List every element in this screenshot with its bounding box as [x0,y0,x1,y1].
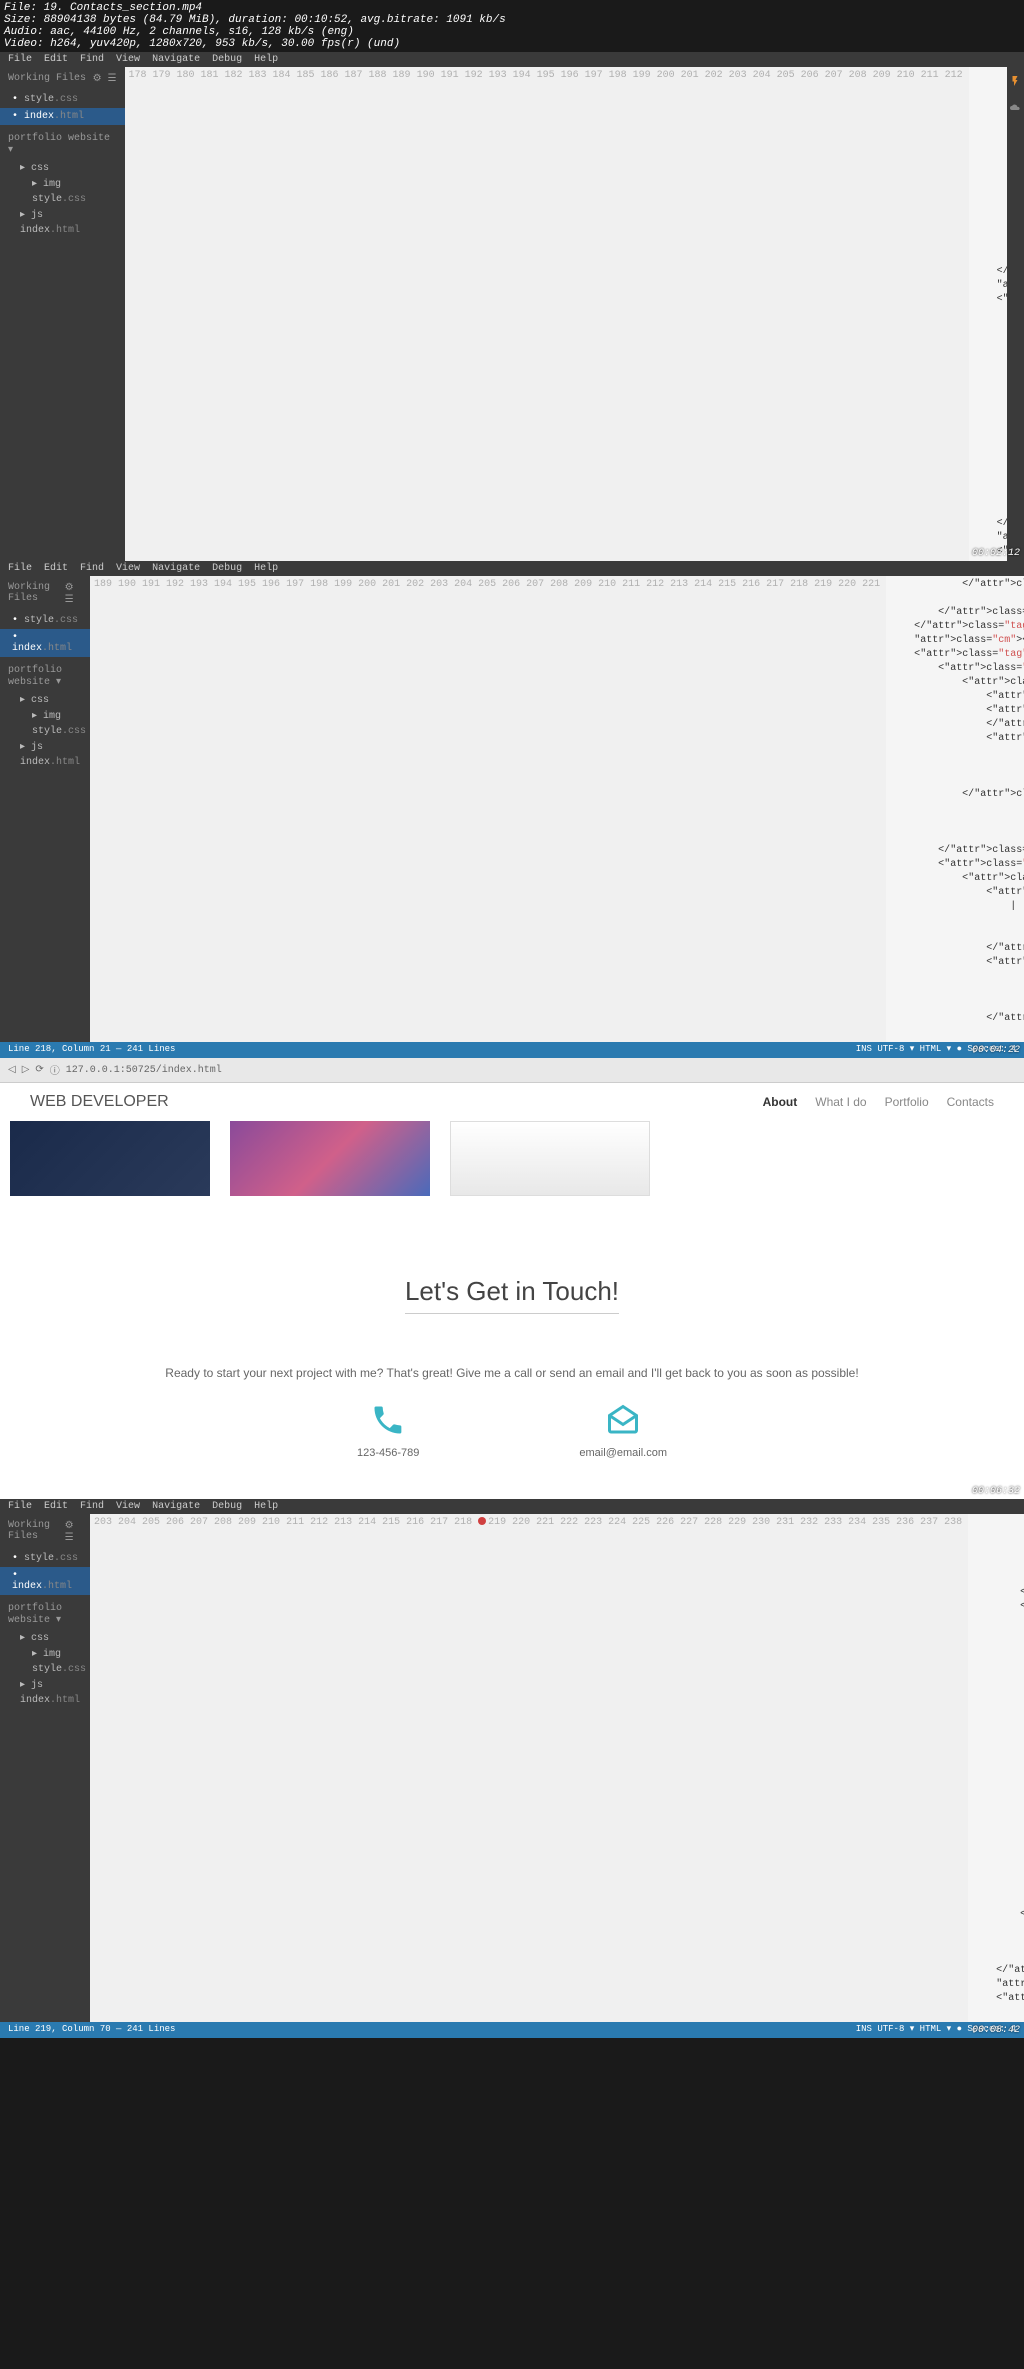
menu-bar: File Edit Find View Navigate Debug Help [0,561,1024,576]
nav-contacts[interactable]: Contacts [947,1095,994,1109]
menu-navigate[interactable]: Navigate [152,563,200,574]
menu-find[interactable]: Find [80,1501,104,1512]
menu-debug[interactable]: Debug [212,1501,242,1512]
menu-help[interactable]: Help [254,1501,278,1512]
tree-img[interactable]: ▸ img [16,176,125,192]
tree-css[interactable]: ▸ css [16,692,90,708]
menu-file[interactable]: File [8,563,32,574]
menu-debug[interactable]: Debug [212,563,242,574]
tree-css[interactable]: ▸ css [16,160,125,176]
email-label: email@email.com [579,1447,667,1459]
tree-index[interactable]: index.html [16,223,125,238]
phone-icon [370,1402,406,1438]
timestamp: 00:04:22 [972,1045,1020,1056]
site-logo: WEB DEVELOPER [30,1093,169,1111]
tree-img[interactable]: ▸ img [16,708,90,724]
project-name[interactable]: portfolio website ▾ [0,125,125,160]
status-bar: Line 218, Column 21 — 241 LinesINS UTF-8… [0,1042,1024,1058]
cloud-icon[interactable] [1009,101,1021,113]
menu-view[interactable]: View [116,54,140,65]
file-index[interactable]: index.html [0,629,90,657]
address-bar[interactable]: ◁ ▷ ⟳ ⓘ 127.0.0.1:50725/index.html [0,1058,1024,1083]
editor-panel-1: FileEditFindViewNavigateDebugHelp Workin… [0,52,1024,561]
menu-view[interactable]: View [116,563,140,574]
editor-panel-4: FileEditFindViewNavigateDebugHelp Workin… [0,1499,1024,2038]
file-style[interactable]: style.css [0,612,90,629]
tree-style[interactable]: style.css [16,1662,90,1677]
sidebar: Working Files⚙ ☰style.cssindex.htmlportf… [0,67,125,561]
gear-icon[interactable]: ⚙ ☰ [65,1520,82,1544]
sidebar: Working Files⚙ ☰style.cssindex.htmlportf… [0,576,90,1042]
nav-about[interactable]: About [763,1095,798,1109]
tree-js[interactable]: ▸ js [16,207,125,223]
contact-text: Ready to start your next project with me… [20,1364,1004,1382]
menu-file[interactable]: File [8,54,32,65]
thumb-1[interactable] [10,1121,210,1196]
file-style[interactable]: style.css [0,1550,90,1567]
video-meta: File: 19. Contacts_section.mp4 Size: 889… [0,0,1024,52]
tree-js[interactable]: ▸ js [16,1677,90,1693]
file-style[interactable]: style.css [0,91,125,108]
file-index[interactable]: index.html [0,108,125,125]
menu-find[interactable]: Find [80,54,104,65]
gear-icon[interactable]: ⚙ ☰ [65,582,82,606]
sidebar: Working Files⚙ ☰style.cssindex.htmlportf… [0,1514,90,2022]
phone-label: 123-456-789 [357,1447,419,1459]
tree-css[interactable]: ▸ css [16,1630,90,1646]
menu-debug[interactable]: Debug [212,54,242,65]
timestamp: 00:08:42 [972,2025,1020,2036]
tree-js[interactable]: ▸ js [16,739,90,755]
menu-edit[interactable]: Edit [44,563,68,574]
menu-bar: File Edit Find View Navigate Debug Help [0,1499,1024,1514]
tree-img[interactable]: ▸ img [16,1646,90,1662]
menu-bar: File Edit Find View Navigate Debug Help [0,52,1024,67]
envelope-icon [605,1402,641,1438]
nav-portfolio[interactable]: Portfolio [885,1095,929,1109]
menu-edit[interactable]: Edit [44,54,68,65]
status-bar: Line 219, Column 70 — 241 LinesINS UTF-8… [0,2022,1024,2038]
thumb-3[interactable] [450,1121,650,1196]
code-editor[interactable]: 189 190 191 192 193 194 195 196 197 198 … [90,576,1024,1042]
menu-find[interactable]: Find [80,563,104,574]
timestamp: 00:02:12 [972,548,1020,559]
timestamp: 00:06:32 [972,1486,1020,1497]
tree-style[interactable]: style.css [16,724,90,739]
gear-icon[interactable]: ⚙ ☰ [93,73,117,85]
menu-help[interactable]: Help [254,563,278,574]
site-nav[interactable]: About What I do Portfolio Contacts [763,1095,994,1109]
tree-index[interactable]: index.html [16,1693,90,1708]
tree-index[interactable]: index.html [16,755,90,770]
project-name[interactable]: portfolio website ▾ [0,657,90,692]
email-contact[interactable]: email@email.com [579,1402,667,1459]
menu-file[interactable]: File [8,1501,32,1512]
right-toolbar [1007,67,1024,561]
code-editor[interactable]: 178 179 180 181 182 183 184 185 186 187 … [125,67,1007,561]
portfolio-thumbs [0,1121,1024,1196]
menu-edit[interactable]: Edit [44,1501,68,1512]
editor-panel-2: FileEditFindViewNavigateDebugHelp Workin… [0,561,1024,1058]
code-editor[interactable]: 203 204 205 206 207 208 209 210 211 212 … [90,1514,1024,2022]
thumb-2[interactable] [230,1121,430,1196]
menu-view[interactable]: View [116,1501,140,1512]
nav-what-i-do[interactable]: What I do [815,1095,866,1109]
menu-navigate[interactable]: Navigate [152,1501,200,1512]
contact-heading: Let's Get in Touch! [405,1276,619,1314]
phone-contact[interactable]: 123-456-789 [357,1402,419,1459]
file-index[interactable]: index.html [0,1567,90,1595]
browser-preview: ◁ ▷ ⟳ ⓘ 127.0.0.1:50725/index.html WEB D… [0,1058,1024,1499]
menu-navigate[interactable]: Navigate [152,54,200,65]
tree-style[interactable]: style.css [16,192,125,207]
menu-help[interactable]: Help [254,54,278,65]
project-name[interactable]: portfolio website ▾ [0,1595,90,1630]
bolt-icon[interactable] [1009,75,1021,87]
